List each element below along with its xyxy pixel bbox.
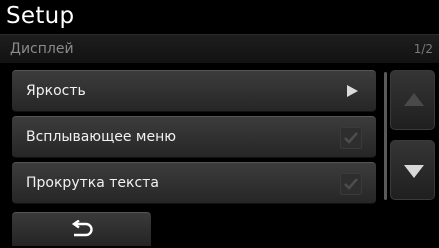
checkbox-text-scroll[interactable] <box>340 173 362 195</box>
menu-item-label: Всплывающее меню <box>26 129 177 145</box>
triangle-up-icon <box>404 93 424 106</box>
menu-item-text-scroll[interactable]: Прокрутка текста <box>12 162 376 204</box>
section-title: Дисплей <box>10 41 74 57</box>
menu-item-label: Яркость <box>26 83 86 99</box>
scroll-up-button[interactable] <box>390 70 435 130</box>
back-arrow-icon <box>71 220 93 237</box>
checkmark-icon <box>344 178 358 190</box>
menu-item-label: Прокрутка текста <box>26 175 159 191</box>
triangle-down-icon <box>404 165 424 178</box>
scroll-down-button[interactable] <box>390 140 435 200</box>
menu-item-popup-menu[interactable]: Всплывающее меню <box>12 116 376 158</box>
page-indicator: 1/2 <box>413 42 433 56</box>
scrollbar[interactable] <box>384 72 387 200</box>
menu-item-brightness[interactable]: Яркость <box>12 70 376 112</box>
checkmark-icon <box>344 132 358 144</box>
screen-title: Setup <box>6 3 75 29</box>
arrow-right-icon <box>347 85 358 97</box>
section-header: Дисплей 1/2 <box>0 34 439 63</box>
checkbox-popup-menu[interactable] <box>340 127 362 149</box>
back-button[interactable] <box>12 212 151 246</box>
